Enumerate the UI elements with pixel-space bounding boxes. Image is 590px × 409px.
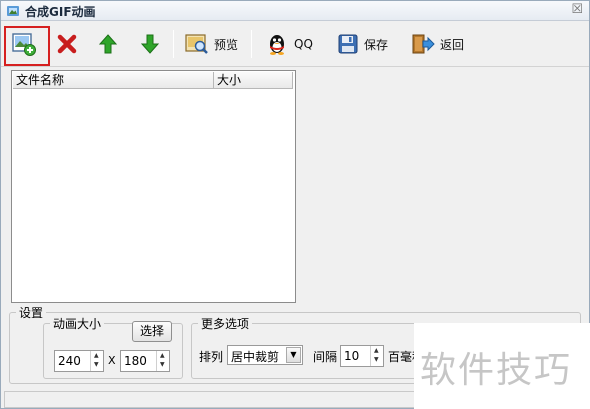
back-button[interactable]: 返回 [411, 26, 464, 62]
interval-spin-arrows[interactable]: ▲ ▼ [370, 346, 383, 366]
delete-icon [57, 34, 77, 54]
add-image-button[interactable] [11, 26, 37, 62]
move-up-button[interactable] [97, 26, 119, 62]
height-spinbox[interactable]: 180 ▲ ▼ [120, 350, 170, 372]
arrange-select[interactable]: 居中裁剪 ▼ [227, 345, 303, 365]
close-button[interactable]: ☒ [571, 2, 583, 17]
toolbar-separator [173, 30, 174, 58]
toolbar-separator [251, 30, 252, 58]
qq-button[interactable]: QQ [265, 26, 313, 62]
interval-label: 间隔 [313, 350, 338, 364]
chevron-down-icon[interactable]: ▼ [286, 347, 301, 363]
delete-button[interactable] [56, 26, 78, 62]
choose-size-button[interactable]: 选择 [132, 321, 172, 342]
more-options-legend: 更多选项 [201, 317, 250, 331]
width-spinbox[interactable]: 240 ▲ ▼ [54, 350, 104, 372]
height-spin-arrows[interactable]: ▲ ▼ [156, 351, 169, 371]
width-value: 240 [58, 354, 81, 368]
spin-down-icon[interactable]: ▼ [374, 356, 379, 363]
size-separator: X [108, 354, 116, 367]
arrange-label: 排列 [199, 350, 224, 364]
qq-label: QQ [294, 37, 313, 51]
save-label: 保存 [364, 37, 389, 52]
move-down-button[interactable] [139, 26, 161, 62]
exit-door-icon [412, 34, 435, 54]
spin-up-icon[interactable]: ▲ [160, 352, 165, 359]
interval-spinbox[interactable]: 10 ▲ ▼ [340, 345, 384, 367]
app-icon [7, 6, 19, 16]
add-image-icon [12, 33, 36, 56]
watermark: 软件技巧 [414, 323, 590, 409]
spin-down-icon[interactable]: ▼ [94, 361, 99, 368]
gif-maker-window: 合成GIF动画 ☒ 预览 QQ 保存 返回 文件名称 大小 设置 动画大小 选择… [0, 0, 590, 409]
preview-icon [185, 34, 208, 54]
save-button[interactable]: 保存 [337, 26, 388, 62]
watermark-text: 软件技巧 [420, 350, 573, 391]
spin-up-icon[interactable]: ▲ [374, 347, 379, 354]
interval-value: 10 [344, 349, 360, 363]
spin-up-icon[interactable]: ▲ [94, 352, 99, 359]
toolbar: 预览 QQ 保存 返回 [1, 22, 589, 67]
arrow-down-icon [140, 34, 160, 54]
column-header-size[interactable]: 大小 [214, 72, 293, 89]
spin-down-icon[interactable]: ▼ [160, 361, 165, 368]
height-value: 180 [124, 354, 147, 368]
title-bar: 合成GIF动画 ☒ [1, 1, 589, 21]
floppy-disk-icon [338, 34, 358, 54]
width-spin-arrows[interactable]: ▲ ▼ [90, 351, 103, 371]
animation-size-legend: 动画大小 [53, 317, 102, 331]
file-list[interactable]: 文件名称 大小 [11, 70, 296, 303]
window-title: 合成GIF动画 [25, 5, 96, 19]
preview-button[interactable]: 预览 [185, 26, 238, 62]
back-label: 返回 [440, 37, 465, 52]
settings-legend: 设置 [19, 306, 44, 320]
preview-label: 预览 [214, 37, 239, 52]
arrange-value: 居中裁剪 [231, 350, 280, 364]
arrow-up-icon [98, 34, 118, 54]
qq-penguin-icon [270, 35, 284, 55]
column-header-filename[interactable]: 文件名称 [13, 72, 214, 89]
